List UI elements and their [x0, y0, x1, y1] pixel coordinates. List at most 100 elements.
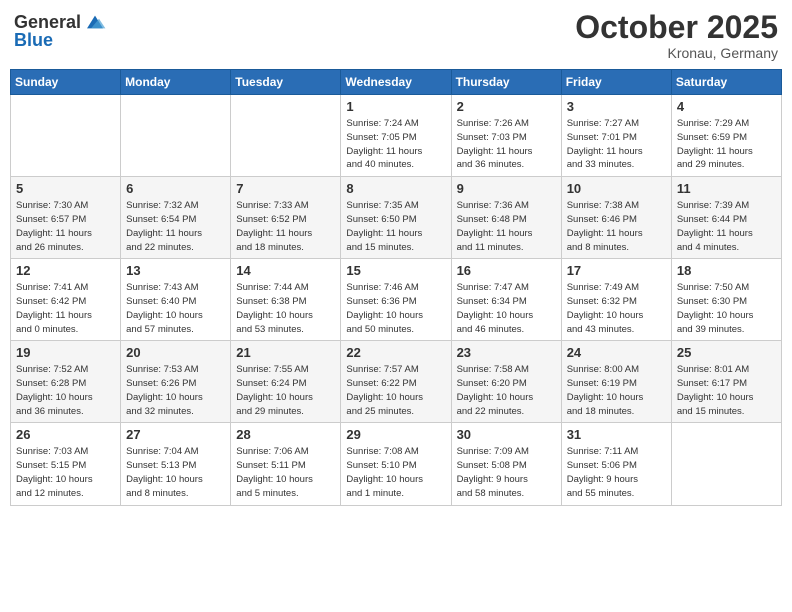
- day-info: Sunrise: 7:49 AM Sunset: 6:32 PM Dayligh…: [567, 281, 666, 336]
- calendar-cell: 21 Sunrise: 7:55 AM Sunset: 6:24 PM Dayli…: [231, 341, 341, 423]
- day-info: Sunrise: 8:01 AM Sunset: 6:17 PM Dayligh…: [677, 363, 776, 418]
- calendar-cell: 15Sunrise: 7:46 AM Sunset: 6:36 PM Dayli…: [341, 259, 451, 341]
- day-info: Sunrise: 7:04 AM Sunset: 5:13 PM Dayligh…: [126, 445, 225, 500]
- calendar-cell: [11, 95, 121, 177]
- day-number: 29: [346, 427, 445, 442]
- logo-icon: [83, 10, 107, 34]
- calendar-cell: 30 Sunrise: 7:09 AM Sunset: 5:08 PM Dayli…: [451, 423, 561, 505]
- day-info: Sunrise: 7:24 AM Sunset: 7:05 PM Dayligh…: [346, 117, 445, 172]
- day-number: 6: [126, 181, 225, 196]
- calendar-cell: 28 Sunrise: 7:06 AM Sunset: 5:11 PM Dayli…: [231, 423, 341, 505]
- weekday-header-saturday: Saturday: [671, 70, 781, 95]
- day-info: Sunrise: 7:57 AM Sunset: 6:22 PM Dayligh…: [346, 363, 445, 418]
- day-number: 17: [567, 263, 666, 278]
- calendar-cell: 23 Sunrise: 7:58 AM Sunset: 6:20 PM Dayli…: [451, 341, 561, 423]
- day-number: 30: [457, 427, 556, 442]
- calendar-table: SundayMondayTuesdayWednesdayThursdayFrid…: [10, 69, 782, 505]
- calendar-cell: 20Sunrise: 7:53 AM Sunset: 6:26 PM Dayli…: [121, 341, 231, 423]
- day-number: 11: [677, 181, 776, 196]
- day-info: Sunrise: 7:38 AM Sunset: 6:46 PM Dayligh…: [567, 199, 666, 254]
- day-number: 18: [677, 263, 776, 278]
- day-number: 13: [126, 263, 225, 278]
- calendar-cell: 14 Sunrise: 7:44 AM Sunset: 6:38 PM Dayli…: [231, 259, 341, 341]
- calendar-cell: 2 Sunrise: 7:26 AM Sunset: 7:03 PM Daylig…: [451, 95, 561, 177]
- day-info: Sunrise: 7:50 AM Sunset: 6:30 PM Dayligh…: [677, 281, 776, 336]
- weekday-header-wednesday: Wednesday: [341, 70, 451, 95]
- day-number: 22: [346, 345, 445, 360]
- day-number: 1: [346, 99, 445, 114]
- calendar-cell: 5 Sunrise: 7:30 AM Sunset: 6:57 PM Daylig…: [11, 177, 121, 259]
- day-info: Sunrise: 7:30 AM Sunset: 6:57 PM Dayligh…: [16, 199, 115, 254]
- day-number: 2: [457, 99, 556, 114]
- calendar-cell: [231, 95, 341, 177]
- day-info: Sunrise: 7:33 AM Sunset: 6:52 PM Dayligh…: [236, 199, 335, 254]
- day-info: Sunrise: 8:00 AM Sunset: 6:19 PM Dayligh…: [567, 363, 666, 418]
- day-info: Sunrise: 7:55 AM Sunset: 6:24 PM Dayligh…: [236, 363, 335, 418]
- day-info: Sunrise: 7:47 AM Sunset: 6:34 PM Dayligh…: [457, 281, 556, 336]
- calendar-cell: 16 Sunrise: 7:47 AM Sunset: 6:34 PM Dayli…: [451, 259, 561, 341]
- day-info: Sunrise: 7:52 AM Sunset: 6:28 PM Dayligh…: [16, 363, 115, 418]
- day-number: 4: [677, 99, 776, 114]
- day-number: 10: [567, 181, 666, 196]
- weekday-header-sunday: Sunday: [11, 70, 121, 95]
- calendar-cell: 1 Sunrise: 7:24 AM Sunset: 7:05 PM Daylig…: [341, 95, 451, 177]
- weekday-header-monday: Monday: [121, 70, 231, 95]
- calendar-cell: 18 Sunrise: 7:50 AM Sunset: 6:30 PM Dayli…: [671, 259, 781, 341]
- day-number: 9: [457, 181, 556, 196]
- day-number: 25: [677, 345, 776, 360]
- calendar-cell: [121, 95, 231, 177]
- day-number: 19: [16, 345, 115, 360]
- day-number: 8: [346, 181, 445, 196]
- day-number: 27: [126, 427, 225, 442]
- day-number: 16: [457, 263, 556, 278]
- day-number: 31: [567, 427, 666, 442]
- logo-blue: Blue: [14, 30, 53, 50]
- day-number: 14: [236, 263, 335, 278]
- calendar-cell: 7Sunrise: 7:33 AM Sunset: 6:52 PM Daylig…: [231, 177, 341, 259]
- calendar-week-5: 26Sunrise: 7:03 AM Sunset: 5:15 PM Dayli…: [11, 423, 782, 505]
- page-header: General Blue October 2025 Kronau, German…: [10, 10, 782, 61]
- day-info: Sunrise: 7:46 AM Sunset: 6:36 PM Dayligh…: [346, 281, 445, 336]
- calendar-cell: [671, 423, 781, 505]
- day-number: 12: [16, 263, 115, 278]
- day-number: 26: [16, 427, 115, 442]
- calendar-cell: 26Sunrise: 7:03 AM Sunset: 5:15 PM Dayli…: [11, 423, 121, 505]
- day-info: Sunrise: 7:11 AM Sunset: 5:06 PM Dayligh…: [567, 445, 666, 500]
- calendar-week-1: 1 Sunrise: 7:24 AM Sunset: 7:05 PM Daylig…: [11, 95, 782, 177]
- calendar-cell: 3Sunrise: 7:27 AM Sunset: 7:01 PM Daylig…: [561, 95, 671, 177]
- day-number: 5: [16, 181, 115, 196]
- day-info: Sunrise: 7:26 AM Sunset: 7:03 PM Dayligh…: [457, 117, 556, 172]
- day-info: Sunrise: 7:58 AM Sunset: 6:20 PM Dayligh…: [457, 363, 556, 418]
- month-title: October 2025: [575, 10, 778, 45]
- calendar-cell: 22 Sunrise: 7:57 AM Sunset: 6:22 PM Dayli…: [341, 341, 451, 423]
- weekday-header-friday: Friday: [561, 70, 671, 95]
- day-info: Sunrise: 7:36 AM Sunset: 6:48 PM Dayligh…: [457, 199, 556, 254]
- day-info: Sunrise: 7:32 AM Sunset: 6:54 PM Dayligh…: [126, 199, 225, 254]
- calendar-cell: 24 Sunrise: 8:00 AM Sunset: 6:19 PM Dayli…: [561, 341, 671, 423]
- calendar-cell: 17 Sunrise: 7:49 AM Sunset: 6:32 PM Dayli…: [561, 259, 671, 341]
- day-number: 28: [236, 427, 335, 442]
- calendar-cell: 27 Sunrise: 7:04 AM Sunset: 5:13 PM Dayli…: [121, 423, 231, 505]
- day-info: Sunrise: 7:41 AM Sunset: 6:42 PM Dayligh…: [16, 281, 115, 336]
- weekday-header-row: SundayMondayTuesdayWednesdayThursdayFrid…: [11, 70, 782, 95]
- calendar-cell: 25 Sunrise: 8:01 AM Sunset: 6:17 PM Dayli…: [671, 341, 781, 423]
- calendar-cell: 11 Sunrise: 7:39 AM Sunset: 6:44 PM Dayli…: [671, 177, 781, 259]
- weekday-header-thursday: Thursday: [451, 70, 561, 95]
- day-info: Sunrise: 7:27 AM Sunset: 7:01 PM Dayligh…: [567, 117, 666, 172]
- calendar-cell: 19 Sunrise: 7:52 AM Sunset: 6:28 PM Dayli…: [11, 341, 121, 423]
- day-number: 23: [457, 345, 556, 360]
- calendar-week-4: 19 Sunrise: 7:52 AM Sunset: 6:28 PM Dayli…: [11, 341, 782, 423]
- calendar-week-3: 12 Sunrise: 7:41 AM Sunset: 6:42 PM Dayli…: [11, 259, 782, 341]
- calendar-cell: 29Sunrise: 7:08 AM Sunset: 5:10 PM Dayli…: [341, 423, 451, 505]
- day-number: 24: [567, 345, 666, 360]
- day-number: 21: [236, 345, 335, 360]
- location-subtitle: Kronau, Germany: [575, 45, 778, 61]
- day-info: Sunrise: 7:44 AM Sunset: 6:38 PM Dayligh…: [236, 281, 335, 336]
- day-info: Sunrise: 7:39 AM Sunset: 6:44 PM Dayligh…: [677, 199, 776, 254]
- day-info: Sunrise: 7:29 AM Sunset: 6:59 PM Dayligh…: [677, 117, 776, 172]
- day-info: Sunrise: 7:09 AM Sunset: 5:08 PM Dayligh…: [457, 445, 556, 500]
- logo: General Blue: [14, 10, 107, 51]
- calendar-cell: 10 Sunrise: 7:38 AM Sunset: 6:46 PM Dayli…: [561, 177, 671, 259]
- day-info: Sunrise: 7:06 AM Sunset: 5:11 PM Dayligh…: [236, 445, 335, 500]
- calendar-cell: 9 Sunrise: 7:36 AM Sunset: 6:48 PM Daylig…: [451, 177, 561, 259]
